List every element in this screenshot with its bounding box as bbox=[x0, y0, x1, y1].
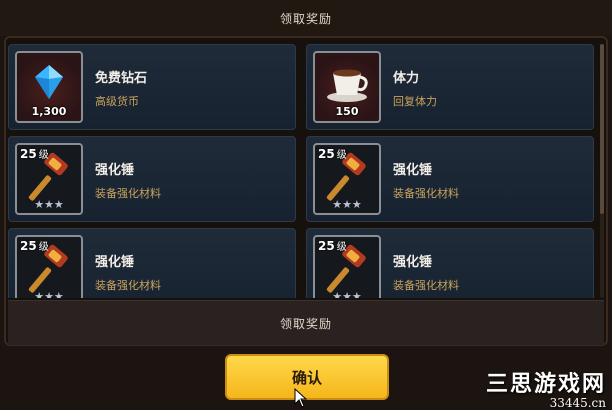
star-rating: ★★★ bbox=[332, 198, 362, 211]
reward-card-hammer[interactable]: 25 级 ★★★ 强化锤 装备强化材料 bbox=[306, 228, 594, 298]
reward-icon-frame: 25 级 ★★★ bbox=[313, 143, 381, 215]
reward-name: 强化锤 bbox=[393, 163, 433, 178]
reward-icon-frame: 150 bbox=[313, 51, 381, 123]
reward-list[interactable]: 1,300 免费钻石 高级货币 150 体力 回复体力 25 级 ★★★ 强化锤… bbox=[8, 44, 600, 298]
reward-card-hammer[interactable]: 25 级 ★★★ 强化锤 装备强化材料 bbox=[8, 228, 296, 298]
reward-name: 免费钻石 bbox=[95, 71, 148, 86]
watermark-title: 三思游戏网 bbox=[485, 371, 606, 397]
star-rating: ★★★ bbox=[332, 290, 362, 298]
star-rating: ★★★ bbox=[34, 198, 64, 211]
reward-description: 装备强化材料 bbox=[393, 187, 459, 200]
reward-card-stamina[interactable]: 150 体力 回复体力 bbox=[306, 44, 594, 130]
reward-card-diamond[interactable]: 1,300 免费钻石 高级货币 bbox=[8, 44, 296, 130]
reward-icon-frame: 25 级 ★★★ bbox=[15, 235, 83, 298]
star-rating: ★★★ bbox=[34, 290, 64, 298]
reward-card-hammer[interactable]: 25 级 ★★★ 强化锤 装备强化材料 bbox=[8, 136, 296, 222]
reward-name: 强化锤 bbox=[393, 255, 433, 270]
mouse-cursor-icon bbox=[294, 388, 308, 408]
reward-name: 强化锤 bbox=[95, 255, 135, 270]
reward-icon-frame: 25 级 ★★★ bbox=[15, 143, 83, 215]
watermark-domain: 33445.cn bbox=[549, 396, 606, 410]
reward-description: 回复体力 bbox=[393, 95, 437, 108]
reward-quantity: 150 bbox=[335, 105, 359, 118]
reward-icon-frame: 25 级 ★★★ bbox=[313, 235, 381, 298]
reward-name: 体力 bbox=[393, 71, 420, 86]
site-watermark: 三思游戏网 33445.cn bbox=[486, 366, 606, 410]
item-level: 25 级 bbox=[20, 239, 49, 253]
item-level: 25 级 bbox=[318, 239, 347, 253]
reward-card-hammer[interactable]: 25 级 ★★★ 强化锤 装备强化材料 bbox=[306, 136, 594, 222]
reward-description: 装备强化材料 bbox=[95, 279, 161, 292]
item-level: 25 级 bbox=[318, 147, 347, 161]
dialog-title: 领取奖励 bbox=[0, 0, 612, 36]
claim-rewards-bar[interactable]: 领取奖励 bbox=[8, 300, 604, 345]
reward-description: 装备强化材料 bbox=[95, 187, 161, 200]
reward-icon-frame: 1,300 bbox=[15, 51, 83, 123]
reward-quantity: 1,300 bbox=[31, 105, 67, 118]
scroll-thumb[interactable] bbox=[600, 44, 604, 214]
reward-list-scrollbar[interactable] bbox=[600, 44, 604, 298]
reward-description: 装备强化材料 bbox=[393, 279, 459, 292]
reward-description: 高级货币 bbox=[95, 95, 139, 108]
reward-name: 强化锤 bbox=[95, 163, 135, 178]
item-level: 25 级 bbox=[20, 147, 49, 161]
